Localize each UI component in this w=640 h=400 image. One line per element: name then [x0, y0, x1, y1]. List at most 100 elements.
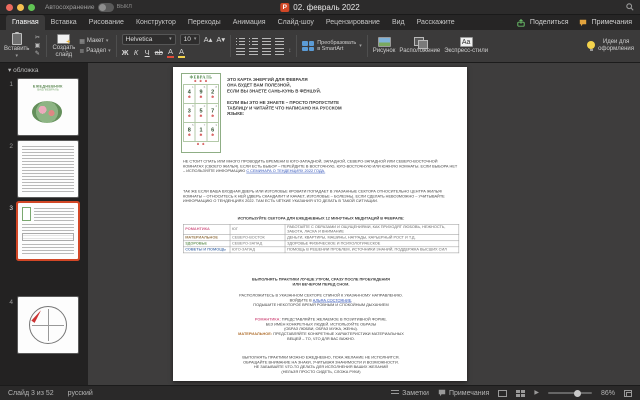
slide-thumbnail-3-selected[interactable] [18, 203, 78, 259]
share-button[interactable]: Поделиться [517, 15, 569, 30]
smartart-button[interactable]: Преобразовать в SmartArt ▾ [302, 40, 362, 52]
font-size-select[interactable]: 10 ▾ [179, 34, 200, 46]
titlebar: Автосохранение ВЫКЛ P 02. февраль 2022 [0, 0, 640, 15]
underline-button[interactable]: Ч [144, 49, 151, 57]
tab-7[interactable]: Слайд-шоу [272, 15, 320, 30]
italic-button[interactable]: К [133, 49, 140, 57]
zoom-window-button[interactable] [28, 3, 35, 11]
align-center-icon[interactable] [249, 47, 259, 55]
document-title: 02. февраль 2022 [293, 3, 360, 12]
strikethrough-button[interactable]: ab [155, 49, 163, 57]
increase-font-button[interactable]: А▴ [204, 36, 213, 44]
layout-button[interactable]: ▦ Макет ▾ [79, 38, 110, 45]
format-painter-icon[interactable]: ✎ [33, 51, 41, 57]
autosave-control[interactable]: Автосохранение ВЫКЛ [45, 2, 132, 12]
slide-thumbnail-panel: ▾ обложка 1 ЕЖЕДНЕВНИК ВАШ ФЕВРАЛЬ 2 3 4 [0, 63, 88, 385]
ribbon-comments-label: Примечания [591, 19, 632, 26]
decrease-indent-icon[interactable] [262, 37, 272, 45]
justify-icon[interactable] [275, 47, 285, 55]
font-name-select[interactable]: Helvetica ▾ [121, 34, 176, 46]
toolbar-divider [230, 35, 232, 57]
slide-thumbnail-1[interactable]: ЕЖЕДНЕВНИК ВАШ ФЕВРАЛЬ [18, 79, 78, 135]
slideshow-button[interactable]: ▶ [534, 390, 539, 396]
paste-button[interactable]: Вставить ▾ [4, 32, 29, 59]
cut-icon[interactable]: ✂ [33, 35, 41, 41]
tab-10[interactable]: Расскажите [411, 15, 461, 30]
cover-flower-image [32, 101, 62, 123]
highlight-color-button[interactable]: А [177, 48, 185, 58]
toolbar-divider [296, 35, 298, 57]
tab-2[interactable]: Вставка [45, 15, 83, 30]
slide-editing-canvas[interactable]: ФЕВРАЛЬ ✽ ✽ ✽ 4 1 ✽ 9 6 ✽ 2 8 ✽ 3 9 ✽ 5 2 ✽ 7 4 ✽ 8 5 ✽ 1 7 ✽ 6 3… [88, 63, 640, 385]
bullets-icon[interactable] [236, 37, 246, 45]
toolbar-divider [115, 35, 117, 57]
final-note-text: ВЫПОЛНЯТЬ ПРАКТИКИ МОЖНО ЕЖЕДНЕВНО, ПОКА… [242, 355, 400, 375]
paragraph-2-textbox[interactable]: ТАК ЖЕ ЕСЛИ ВАША ВХОДНАЯ ДВЕРЬ ИЛИ ИЗГОЛ… [183, 189, 459, 216]
final-note-textbox[interactable]: ВЫПОЛНЯТЬ ПРАКТИКИ МОЖНО ЕЖЕДНЕВНО, ПОКА… [183, 355, 459, 391]
picture-label: Рисунок [372, 48, 396, 55]
section-button[interactable]: ≣ Раздел ▾ [79, 48, 110, 55]
romance-label: РОМАНТИКА: [254, 317, 281, 322]
cover-subtitle: ВАШ ФЕВРАЛЬ [37, 88, 59, 92]
thumbnail-text-lines [22, 244, 74, 255]
align-left-icon[interactable] [236, 47, 246, 55]
tab-9[interactable]: Вид [386, 15, 411, 30]
material-label: МАТЕРИАЛЬНОЕ: [238, 332, 273, 337]
current-slide[interactable]: ФЕВРАЛЬ ✽ ✽ ✽ 4 1 ✽ 9 6 ✽ 2 8 ✽ 3 9 ✽ 5 2 ✽ 7 4 ✽ 8 5 ✽ 1 7 ✽ 6 3… [173, 67, 467, 381]
paragraph-1-textbox[interactable]: НЕ СТОИТ СПАТЬ ИЛИ МНОГО ПРОВОДИТЬ ВРЕМЕ… [183, 159, 459, 186]
energy-card[interactable]: ФЕВРАЛЬ ✽ ✽ ✽ 4 1 ✽ 9 6 ✽ 2 8 ✽ 3 9 ✽ 5 2 ✽ 7 4 ✽ 8 5 ✽ 1 7 ✽ 6 3… [181, 73, 221, 153]
loshu-cell: 8 5 ✽ [183, 122, 196, 142]
share-label: Поделиться [529, 19, 569, 26]
font-color-button[interactable]: А [166, 48, 174, 58]
slide-thumbnail-4[interactable] [18, 297, 78, 353]
tab-4[interactable]: Конструктор [130, 15, 182, 30]
paragraph-1: НЕ СТОИТ СПАТЬ ИЛИ МНОГО ПРОВОДИТЬ ВРЕМЕ… [183, 159, 459, 174]
normal-view-button[interactable] [498, 389, 508, 397]
paragraph-2: ТАК ЖЕ ЕСЛИ ВАША ВХОДНАЯ ДВЕРЬ ИЛИ ИЗГОЛ… [183, 189, 445, 204]
thumbnail-card [22, 207, 31, 221]
align-right-icon[interactable] [262, 47, 272, 55]
zoom-level[interactable]: 86% [601, 390, 615, 397]
increase-indent-icon[interactable] [275, 37, 285, 45]
section-header[interactable]: ▾ обложка [8, 66, 38, 74]
tab-6[interactable]: Анимация [227, 15, 272, 30]
tab-1[interactable]: Главная [6, 15, 45, 30]
close-window-button[interactable] [6, 3, 13, 11]
intro-textbox[interactable]: ЭТО КАРТА ЭНЕРГИЙ ДЛЯ ФЕВРАЛЯ ОНА БУДЕТ … [227, 77, 461, 150]
new-slide-button[interactable]: Создать слайд [52, 33, 75, 58]
search-icon[interactable] [626, 3, 634, 11]
numbering-icon[interactable] [249, 37, 259, 45]
tab-8[interactable]: Рецензирование [320, 15, 386, 30]
meditation-table-row: СОВЕТЫ И ПОМОЩЬ ЮГО-ЗАПАД ПОМОЩЬ В РЕШЕНИИ… [182, 246, 459, 254]
design-ideas-button[interactable]: Идеи для оформления [587, 39, 636, 52]
ribbon-comments-button[interactable]: Примечания [579, 15, 632, 30]
new-slide-icon [57, 33, 71, 46]
line-spacing-icon[interactable]: ↕ [288, 48, 291, 54]
alpha-state-link[interactable]: АЛЬФА СОСТОЯНИЕ [313, 299, 352, 303]
slide-sorter-view-button[interactable] [516, 389, 526, 397]
minimize-window-button[interactable] [17, 3, 24, 11]
powerpoint-app-icon: P [280, 3, 290, 12]
slide-thumbnail-2[interactable] [18, 141, 78, 197]
chevron-down-icon: ▾ [359, 42, 362, 49]
arrange-button[interactable]: Расположение [399, 37, 440, 55]
font-size-value: 10 [183, 36, 191, 44]
decrease-font-button[interactable]: А▾ [216, 36, 225, 44]
autosave-toggle[interactable] [97, 2, 114, 12]
picture-button[interactable]: Рисунок [372, 37, 396, 55]
bold-button[interactable]: Ж [122, 49, 129, 57]
compass-image [29, 306, 67, 344]
layout-icon: ▦ [79, 38, 85, 45]
quick-styles-button[interactable]: Аа Экспресс-стили [444, 37, 488, 55]
loshu-cell: 6 3 ✽ [206, 122, 219, 142]
zoom-slider-knob[interactable] [573, 389, 581, 397]
language-indicator[interactable]: русский [68, 390, 93, 397]
meditation-table[interactable]: РОМАНТИКА ЮГ РАБОТАЙТЕ С ОБРАЗАМИ И ОЩУЩЕН… [182, 223, 459, 277]
zoom-slider[interactable] [547, 389, 592, 397]
fit-slide-to-window-button[interactable] [624, 389, 632, 397]
tab-3[interactable]: Рисование [83, 15, 130, 30]
copy-icon[interactable]: ▣ [33, 43, 41, 49]
paste-icon [11, 32, 22, 46]
tab-5[interactable]: Переходы [182, 15, 227, 30]
tendencies-link[interactable]: С СЕМИНАРА О ТЕНДЕНЦИЯХ 2022 ГОДА. [246, 170, 325, 174]
